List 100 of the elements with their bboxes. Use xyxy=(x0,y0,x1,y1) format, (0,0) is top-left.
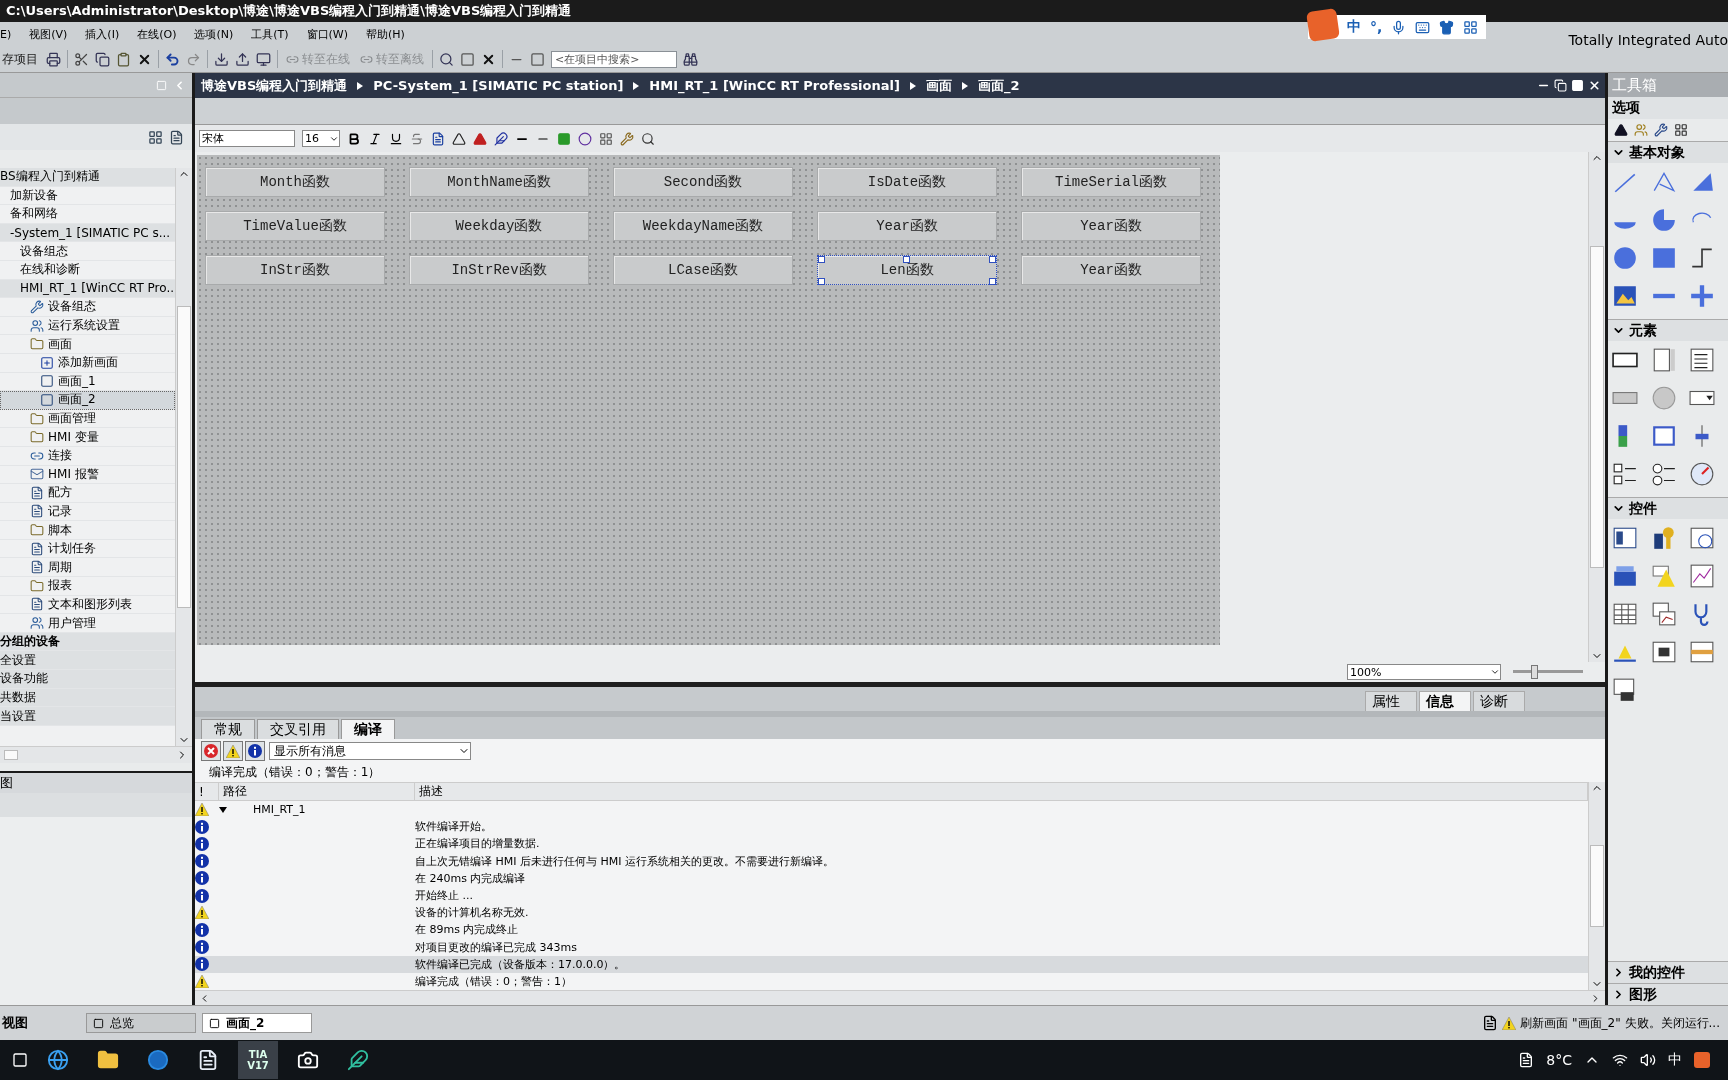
binoculars-icon[interactable] xyxy=(683,51,698,67)
function-button[interactable]: InStrRev函数 xyxy=(409,255,589,285)
inspector-tab[interactable]: 信息 xyxy=(1419,691,1471,711)
notes-icon[interactable] xyxy=(1518,1052,1535,1068)
toolbox-section-header[interactable]: 我的控件 xyxy=(1608,961,1728,983)
resize-handle[interactable] xyxy=(989,278,996,285)
function-button[interactable]: Year函数 xyxy=(1021,255,1201,285)
tree-item[interactable]: 脚本 xyxy=(0,521,175,540)
portal-view-button[interactable]: 视图 xyxy=(0,1012,80,1034)
archive-icon[interactable] xyxy=(1612,563,1638,589)
menu-item[interactable]: 视图(V) xyxy=(29,26,68,42)
tree-item[interactable]: 用户管理 xyxy=(0,614,175,633)
editor-tab[interactable]: 画面_2 xyxy=(202,1013,312,1033)
tree-item[interactable]: 画面管理 xyxy=(0,409,175,429)
plug-bar-icon[interactable] xyxy=(1689,639,1716,665)
copy-icon[interactable] xyxy=(95,51,110,67)
function-button[interactable]: Weekday函数 xyxy=(409,211,589,241)
toolbox-section-header[interactable]: 元素 xyxy=(1608,319,1728,341)
resize-handle[interactable] xyxy=(903,256,910,263)
tree-item[interactable]: 周期 xyxy=(0,558,175,578)
alarm-icon[interactable] xyxy=(1650,563,1677,589)
inspector-tab[interactable]: 属性 xyxy=(1365,691,1417,711)
tree-item[interactable]: 设备功能 xyxy=(0,670,175,689)
menu-item[interactable]: 插入(I) xyxy=(85,26,120,42)
function-button[interactable]: Month函数 xyxy=(205,167,385,197)
message-filter-select[interactable]: 显示所有消息 xyxy=(269,742,471,760)
resize-handle[interactable] xyxy=(818,278,825,285)
search-icon[interactable] xyxy=(439,51,454,67)
message-row[interactable]: 设备的计算机名称无效. xyxy=(195,904,1588,922)
message-row[interactable]: 软件编译开始。 xyxy=(195,818,1588,836)
editor-tab[interactable]: 总览 xyxy=(86,1013,196,1033)
taskbar-app[interactable]: TIA V17 xyxy=(238,1041,278,1079)
panel-icon[interactable] xyxy=(460,51,475,67)
column-header[interactable]: ! xyxy=(195,783,219,800)
function-button[interactable]: Second函数 xyxy=(613,167,793,197)
function-button[interactable]: Year函数 xyxy=(1021,211,1201,241)
details-view-icon[interactable] xyxy=(169,129,184,145)
window-icon[interactable] xyxy=(1612,525,1638,551)
underline-icon[interactable] xyxy=(389,131,403,146)
print-icon[interactable] xyxy=(46,51,61,67)
volume-icon[interactable] xyxy=(1640,1052,1656,1068)
toolbox-section-header[interactable]: 图形 xyxy=(1608,983,1728,1005)
function-button[interactable]: TimeValue函数 xyxy=(205,211,385,241)
tree-item[interactable]: 设备组态 xyxy=(0,298,175,317)
tree-item[interactable]: 备和网络 xyxy=(0,205,175,224)
menu-item[interactable]: 帮助(H) xyxy=(366,26,405,42)
image-icon[interactable] xyxy=(1612,283,1638,309)
gauge-icon[interactable] xyxy=(1689,461,1716,487)
table-icon[interactable] xyxy=(1612,601,1638,627)
filter-button[interactable] xyxy=(201,741,221,761)
message-row[interactable]: 软件编译已完成（设备版本：17.0.0.0）。 xyxy=(195,955,1588,973)
tab[interactable]: 编译 xyxy=(341,719,395,739)
column-header[interactable]: 路径 xyxy=(219,783,415,800)
task-view-icon[interactable] xyxy=(12,1052,28,1068)
rectangle-icon[interactable] xyxy=(1650,245,1677,271)
menu-item[interactable]: 在线(O) xyxy=(137,26,177,42)
fill-color-icon[interactable] xyxy=(473,131,487,146)
menu-item[interactable]: E) xyxy=(0,27,12,41)
strikethrough-icon[interactable] xyxy=(410,131,424,146)
slider-thumb[interactable] xyxy=(1530,665,1538,679)
scrollbar-thumb[interactable] xyxy=(1590,845,1604,927)
upload-icon[interactable] xyxy=(235,51,250,67)
function-button[interactable]: MonthName函数 xyxy=(409,167,589,197)
breadcrumb-item[interactable]: 画面 xyxy=(925,76,952,95)
undo-icon[interactable] xyxy=(165,51,180,67)
message-row[interactable]: 在 240ms 内完成编译 xyxy=(195,869,1588,887)
plus-icon[interactable] xyxy=(1689,283,1716,309)
tree-item[interactable]: 画面 xyxy=(0,335,175,354)
zoom-select[interactable]: 100% xyxy=(1347,664,1501,680)
font-field[interactable]: 宋体 xyxy=(199,130,295,147)
expand-icon[interactable] xyxy=(219,806,227,813)
message-row[interactable]: 在 89ms 内完成终止 xyxy=(195,921,1588,939)
checkbox-icon[interactable] xyxy=(1612,461,1638,487)
shirt-icon[interactable] xyxy=(1439,19,1455,35)
grid-view-icon[interactable] xyxy=(148,129,163,145)
globe-icon[interactable] xyxy=(1689,525,1716,551)
bold-icon[interactable] xyxy=(347,131,361,146)
message-row[interactable]: 编译完成（错误：0；警告：1） xyxy=(195,972,1588,991)
resize-handle[interactable] xyxy=(989,256,996,263)
table-icon[interactable] xyxy=(1674,123,1688,137)
pie-icon[interactable] xyxy=(1650,207,1677,233)
microphone-icon[interactable] xyxy=(1391,19,1407,35)
breadcrumb-item[interactable]: PC-System_1 [SIMATIC PC station] xyxy=(373,78,624,93)
chart-table-icon[interactable] xyxy=(1650,601,1677,627)
message-row[interactable]: 正在编译项目的增量数据. xyxy=(195,835,1588,853)
filter-button[interactable] xyxy=(245,741,265,761)
keyboard-icon[interactable] xyxy=(1415,19,1431,35)
breadcrumb-item[interactable]: 博途VBS编程入门到精通 xyxy=(201,76,348,95)
message-row[interactable]: 对项目更改的编译已完成 343ms xyxy=(195,938,1588,956)
list-icon[interactable] xyxy=(1689,347,1716,373)
scrollbar-thumb[interactable] xyxy=(4,750,18,760)
pointer-icon[interactable] xyxy=(1614,123,1628,137)
toolbox-section-header[interactable]: 基本对象 xyxy=(1608,141,1728,163)
radio-icon[interactable] xyxy=(1650,461,1677,487)
paste-icon[interactable] xyxy=(116,51,131,67)
font-size-field[interactable]: 16 xyxy=(302,130,340,147)
scrollbar-thumb[interactable] xyxy=(177,306,191,608)
circle-icon[interactable] xyxy=(1612,245,1638,271)
function-button[interactable]: WeekdayName函数 xyxy=(613,211,793,241)
tree-item[interactable]: 配方 xyxy=(0,484,175,503)
